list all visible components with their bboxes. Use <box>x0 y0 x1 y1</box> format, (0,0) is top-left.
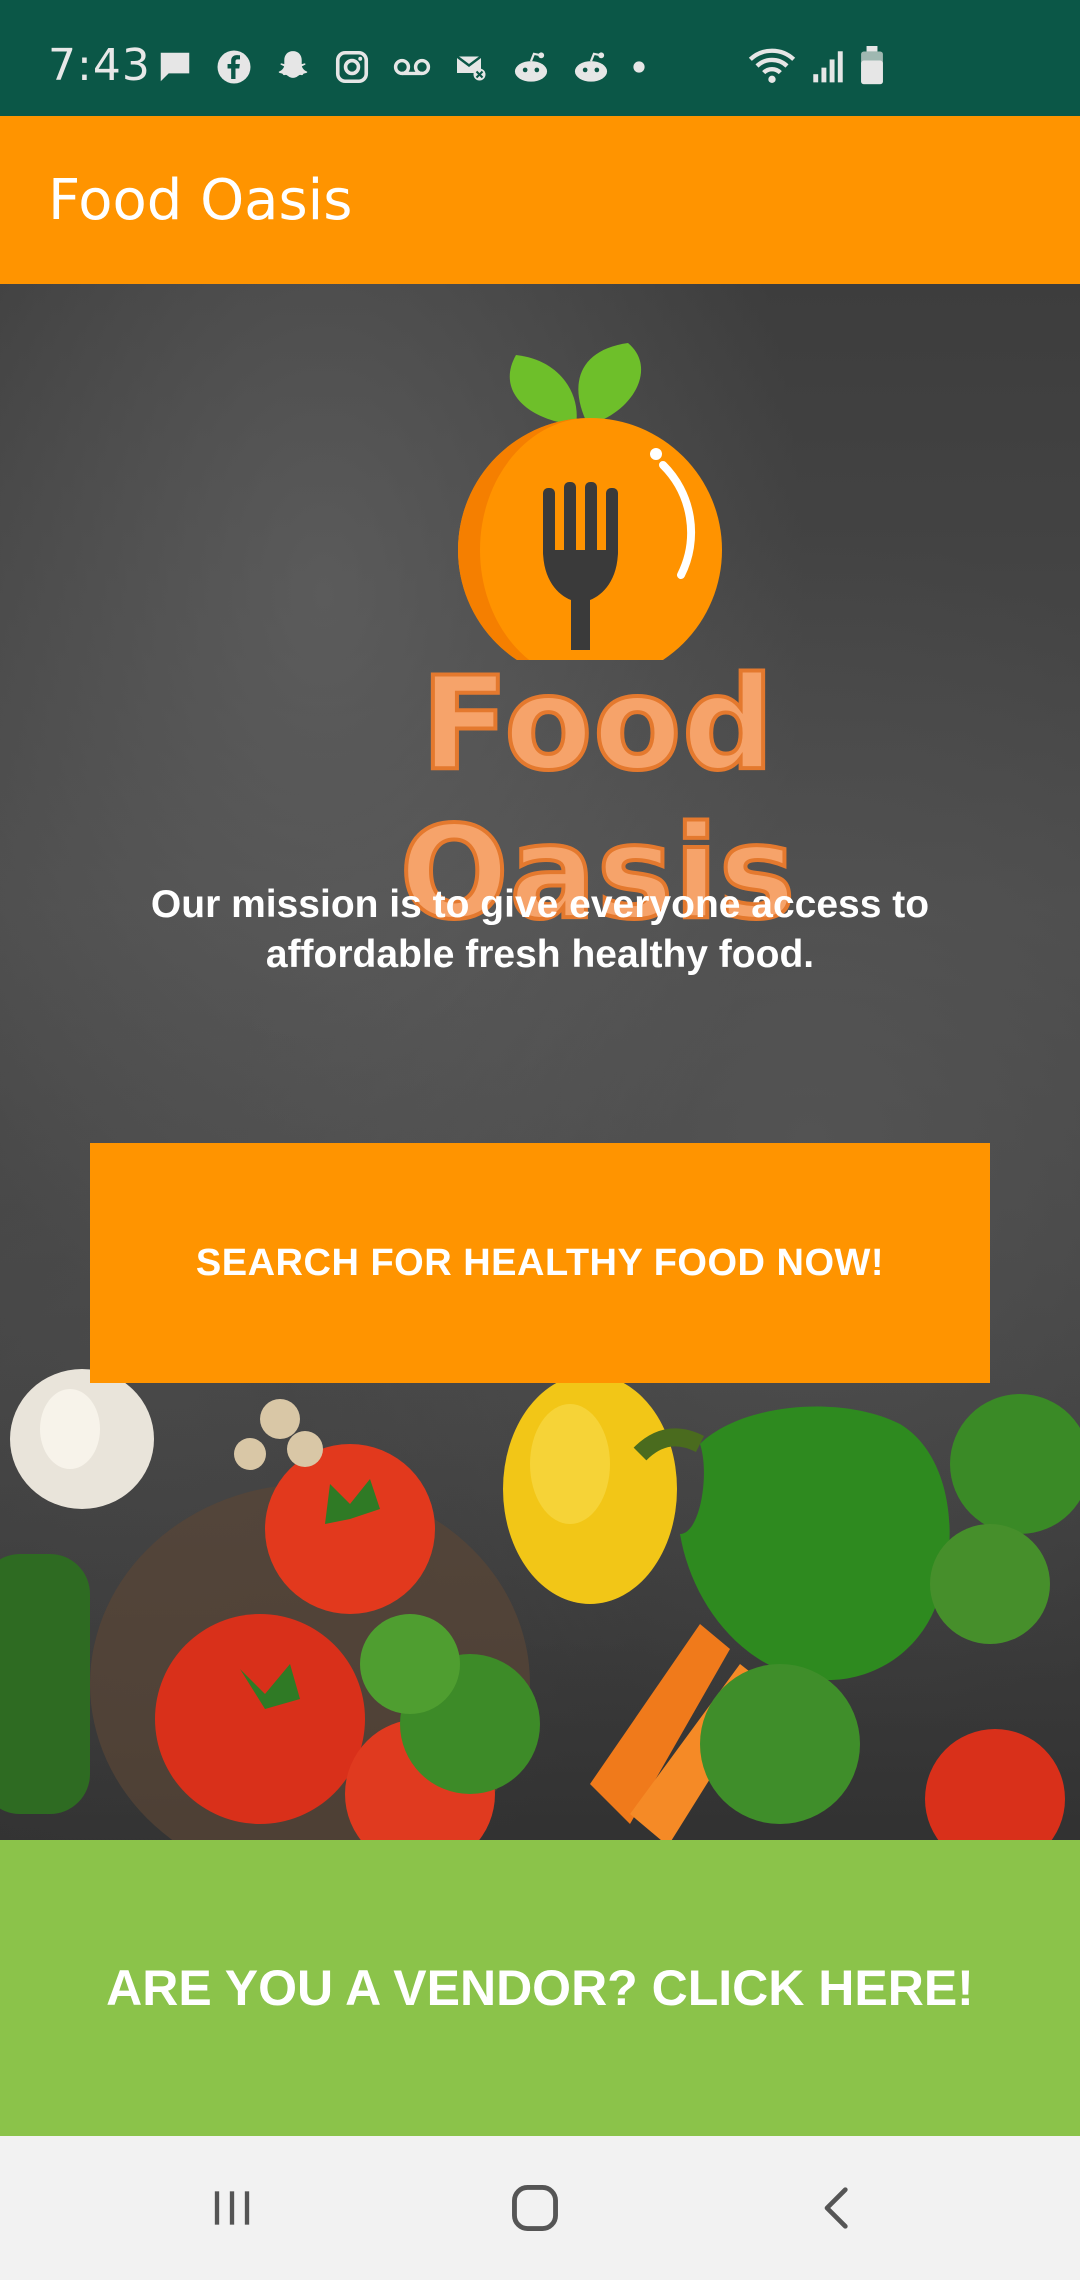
battery-icon <box>859 46 885 91</box>
vendor-button[interactable]: ARE YOU A VENDOR? CLICK HERE! <box>0 1840 1080 2136</box>
status-time: 7:43 <box>48 40 151 91</box>
vegetables-image <box>0 1324 1080 1840</box>
hero-section: Food Oasis Our mission is to give everyo… <box>0 284 1080 1840</box>
voicemail-icon <box>392 52 432 82</box>
notification-icons <box>156 48 646 86</box>
app-bar: Food Oasis <box>0 116 1080 284</box>
recents-icon[interactable] <box>192 2172 272 2244</box>
facebook-icon <box>216 49 252 85</box>
home-icon[interactable] <box>495 2172 575 2244</box>
navigation-bar <box>0 2136 1080 2280</box>
instagram-icon <box>334 49 370 85</box>
signal-icon <box>811 48 845 89</box>
snapchat-icon <box>274 48 312 86</box>
mission-statement: Our mission is to give everyone access t… <box>150 883 930 976</box>
message-icon <box>156 48 194 86</box>
dot-icon <box>632 60 646 74</box>
wifi-icon <box>747 46 797 91</box>
search-healthy-food-button[interactable]: SEARCH FOR HEALTHY FOOD NOW! <box>90 1143 990 1383</box>
reddit-icon <box>572 50 610 84</box>
app-title: Food Oasis <box>48 168 353 233</box>
screen: 7:43 Food Oasis Food Oasis Our mission i… <box>0 0 1080 2280</box>
food-oasis-logo: Food Oasis <box>258 320 938 950</box>
orange-fork-icon <box>458 343 722 682</box>
back-icon[interactable] <box>797 2172 877 2244</box>
missed-call-icon <box>454 51 490 83</box>
system-icons <box>747 46 885 91</box>
reddit-icon <box>512 50 550 84</box>
status-bar: 7:43 <box>0 0 1080 116</box>
